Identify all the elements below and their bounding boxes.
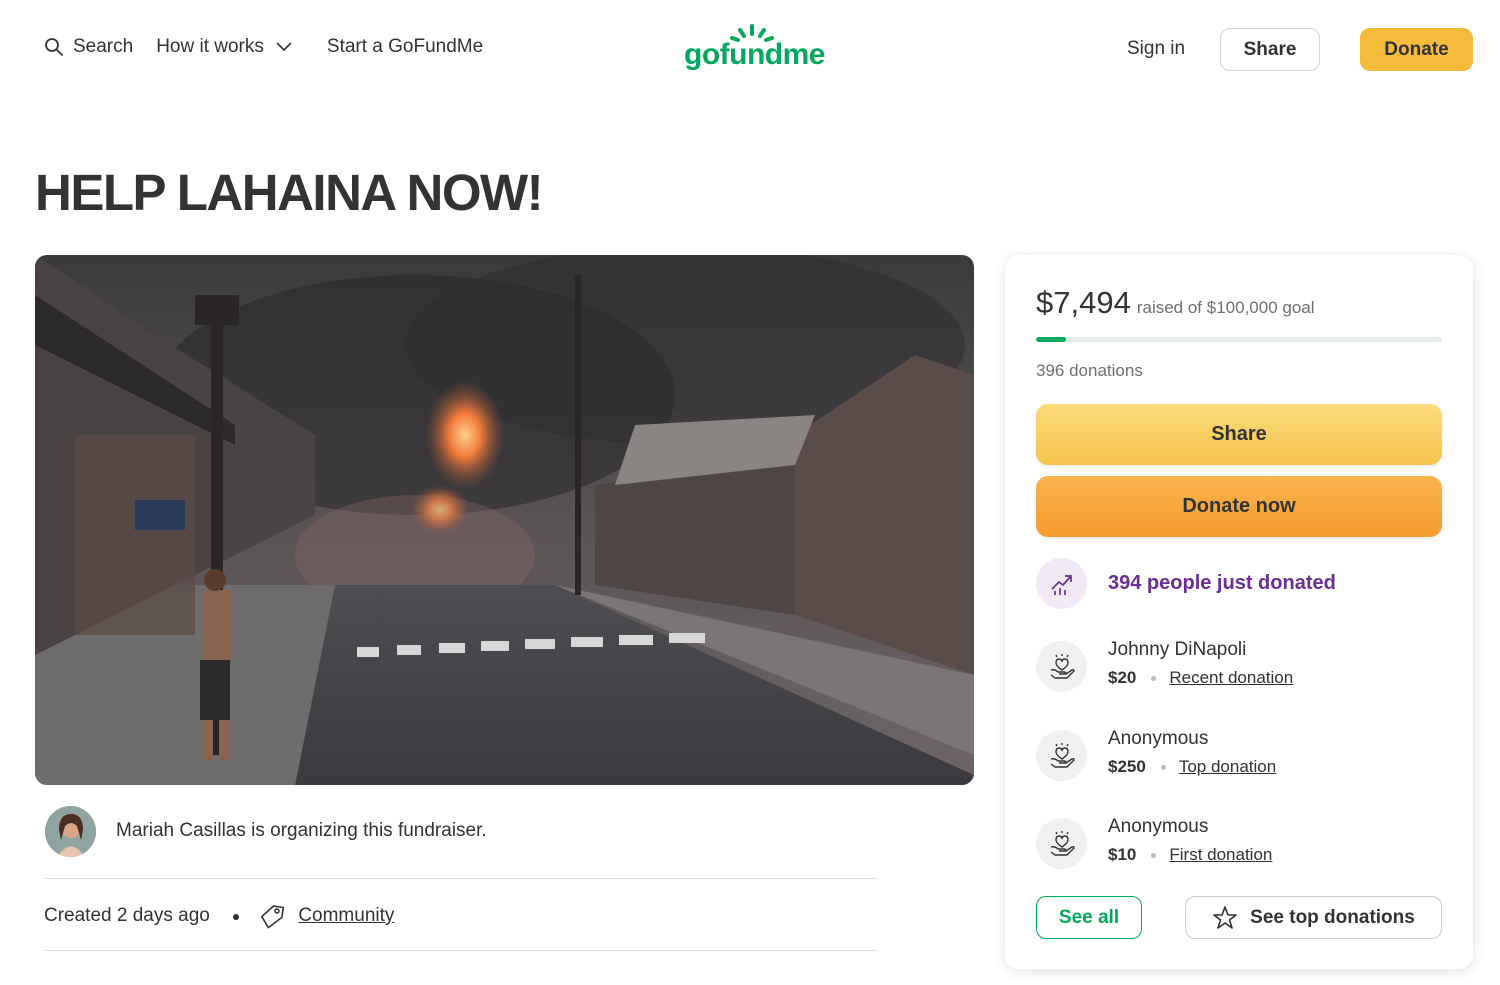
nav-left: Search How it works Start a GoFundMe: [44, 36, 506, 58]
search-label: Search: [73, 36, 134, 57]
donor-amount: $20: [1108, 668, 1137, 687]
meta-separator: ●: [231, 908, 241, 924]
trend-up-icon: [1036, 558, 1087, 609]
donor-heart-icon: [1036, 730, 1087, 781]
start-gofundme-link[interactable]: Start a GoFundMe: [327, 36, 483, 58]
page-title: HELP LAHAINA NOW!: [35, 164, 544, 221]
donate-now-button[interactable]: Donate now: [1036, 476, 1442, 537]
donor-details: $20 Recent donation: [1108, 668, 1293, 688]
see-top-donations-label: See top donations: [1250, 906, 1415, 928]
donor-separator: [1151, 675, 1157, 681]
search-icon: [44, 37, 64, 57]
donor-name: Johnny DiNapoli: [1108, 639, 1247, 660]
donor-kind-link[interactable]: First donation: [1169, 845, 1272, 865]
donor-name: Anonymous: [1108, 728, 1209, 749]
divider-top: [44, 878, 877, 879]
chevron-down-icon: [276, 42, 292, 52]
campaign-hero-image[interactable]: [35, 255, 974, 785]
progress-fill: [1036, 337, 1067, 342]
donor-info: Johnny DiNapoli $20 Recent donation: [1108, 639, 1293, 688]
how-it-works-menu[interactable]: How it works: [156, 36, 292, 58]
site-header: Search How it works Start a GoFundMe gof…: [0, 0, 1500, 100]
gofundme-logo[interactable]: gofundme: [684, 24, 825, 76]
donor-item: Anonymous $250 Top donation: [1036, 728, 1276, 781]
see-top-donations-button[interactable]: See top donations: [1185, 896, 1442, 939]
sign-in-link[interactable]: Sign in: [1127, 38, 1185, 60]
share-button-header[interactable]: Share: [1220, 28, 1320, 71]
how-it-works-label: How it works: [156, 36, 264, 57]
donor-heart-icon: [1036, 641, 1087, 692]
campaign-meta: Created 2 days ago ● Community: [44, 902, 394, 930]
donor-heart-icon: [1036, 818, 1087, 869]
organizer-text: Mariah Casillas is organizing this fundr…: [116, 820, 487, 841]
see-all-button[interactable]: See all: [1036, 896, 1142, 939]
category-link[interactable]: Community: [298, 905, 394, 927]
avatar-image: [45, 806, 96, 857]
hero-photo: [35, 255, 974, 785]
raised-summary: $7,494 raised of $100,000 goal: [1036, 285, 1315, 321]
donor-name: Anonymous: [1108, 816, 1209, 837]
donation-card: $7,494 raised of $100,000 goal 396 donat…: [1005, 255, 1473, 969]
tag-icon: [258, 902, 286, 930]
search-link[interactable]: Search: [44, 36, 133, 58]
donations-count: 396 donations: [1036, 361, 1143, 380]
donor-item: Johnny DiNapoli $20 Recent donation: [1036, 639, 1293, 692]
donor-details: $250 Top donation: [1108, 757, 1276, 777]
donor-info: Anonymous $250 Top donation: [1108, 728, 1276, 777]
star-icon: [1212, 905, 1238, 931]
donor-amount: $10: [1108, 845, 1137, 864]
goal-text: raised of $100,000 goal: [1136, 298, 1315, 317]
organizer-avatar[interactable]: [45, 806, 96, 857]
donate-button-header[interactable]: Donate: [1360, 28, 1473, 71]
donor-kind-link[interactable]: Recent donation: [1169, 668, 1293, 688]
logo-text: gofundme: [684, 38, 825, 71]
donor-item: Anonymous $10 First donation: [1036, 816, 1272, 869]
donor-details: $10 First donation: [1108, 845, 1272, 865]
divider-bottom: [44, 950, 877, 951]
donor-info: Anonymous $10 First donation: [1108, 816, 1272, 865]
recent-activity: 394 people just donated: [1036, 558, 1336, 609]
donor-separator: [1151, 852, 1157, 858]
donor-amount: $250: [1108, 757, 1146, 776]
share-button[interactable]: Share: [1036, 404, 1442, 465]
donor-kind-link[interactable]: Top donation: [1179, 757, 1276, 777]
raised-amount: $7,494: [1036, 285, 1131, 320]
start-label: Start a GoFundMe: [326, 36, 484, 57]
progress-bar: [1036, 337, 1442, 342]
donor-separator: [1160, 764, 1166, 770]
recent-activity-text: 394 people just donated: [1108, 572, 1336, 594]
created-date: Created 2 days ago: [44, 905, 210, 926]
